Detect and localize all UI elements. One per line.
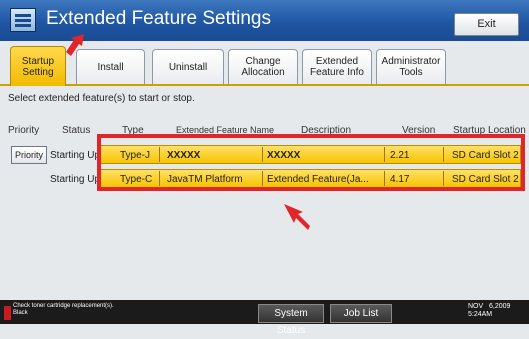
tab-label: Change Allocation	[241, 56, 285, 78]
extended-feature-icon	[10, 8, 36, 32]
date-time: NOV 6,2009 5:24AM	[468, 303, 510, 319]
row-status: Starting Up	[50, 174, 101, 185]
tab-label: Uninstall	[168, 61, 208, 73]
instruction-text: Select extended feature(s) to start or s…	[8, 93, 195, 104]
exit-button[interactable]: Exit	[454, 13, 519, 36]
time-text: 5:24AM	[468, 311, 493, 318]
system-status-button[interactable]: System Status	[258, 304, 324, 336]
job-list-button[interactable]: Job List	[330, 304, 392, 323]
tab-administrator-tools[interactable]: Administrator Tools	[376, 49, 446, 84]
toner-icon	[4, 306, 11, 320]
toner-color-text: Black	[13, 310, 28, 316]
tab-label: Extended Feature Info	[310, 56, 364, 78]
tab-uninstall[interactable]: Uninstall	[152, 49, 224, 84]
column-header-priority: Priority	[8, 125, 40, 136]
row-status: Starting Up	[50, 150, 101, 161]
annotation-arrow-tab	[66, 34, 84, 56]
annotation-arrow-rows	[284, 204, 310, 230]
column-header-status: Status	[62, 125, 91, 136]
tab-extended-feature-info[interactable]: Extended Feature Info	[302, 49, 372, 84]
tab-label: Administrator Tools	[381, 56, 441, 78]
tab-startup-setting[interactable]: Startup Setting	[10, 46, 66, 86]
tab-label: Startup Setting	[21, 55, 55, 78]
date-text: NOV 6,2009	[468, 303, 511, 310]
toner-message: Check toner cartridge replacement(s). Bl…	[13, 303, 114, 317]
toner-message-text: Check toner cartridge replacement(s).	[13, 303, 114, 309]
priority-button[interactable]: Priority	[11, 146, 47, 164]
tab-label: Install	[97, 61, 124, 73]
annotation-highlight-box	[97, 134, 525, 191]
tab-change-allocation[interactable]: Change Allocation	[228, 49, 298, 84]
